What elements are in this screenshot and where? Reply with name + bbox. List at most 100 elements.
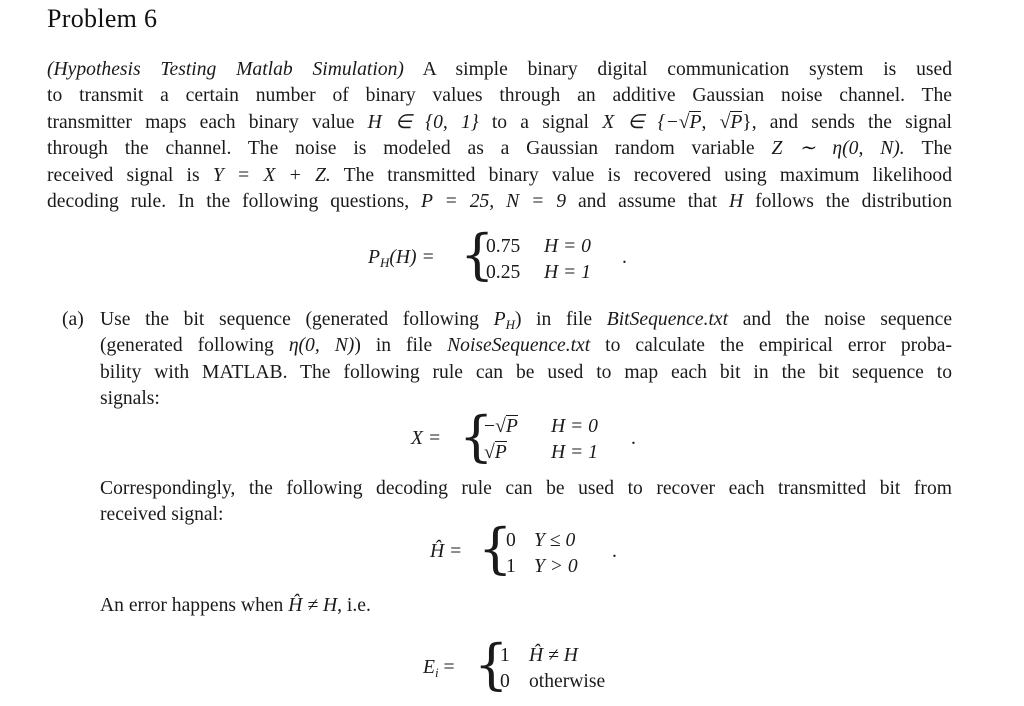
file-bitsequence: BitSequence.txt	[606, 309, 729, 330]
math-n-value: N = 9	[506, 191, 567, 213]
math-p-value: P = 25,	[421, 191, 495, 213]
intro-text: transmitter maps each binary value	[47, 111, 368, 133]
part-a-body: Use the bit sequence (generated followin…	[100, 307, 952, 413]
case-condition: H = 0	[551, 416, 598, 437]
math-error-condition: Ĥ ≠ H	[288, 595, 338, 616]
equation-end: .	[612, 541, 617, 562]
comma: ,	[701, 111, 720, 133]
cases: 0.75 H = 0 0.25 H = 1	[486, 234, 591, 286]
case-value: 0	[506, 530, 516, 551]
problem-heading: (Hypothesis Testing Matlab Simulation)	[47, 59, 404, 80]
case-value: 0.25	[486, 262, 521, 283]
part-a-text: ) in file	[514, 309, 607, 330]
problem-title: Problem 6	[47, 4, 158, 33]
intro-text: A simple binary digital communication sy…	[403, 59, 952, 80]
math-x-set: X ∈ {−√P, √P}	[602, 110, 752, 136]
intro-text: received signal is	[47, 164, 213, 186]
intro-line-4: through the channel. The noise is modele…	[47, 136, 952, 162]
math-noise: Z ∼ η(0, N).	[771, 138, 905, 160]
part-a-line-1: Use the bit sequence (generated followin…	[100, 307, 952, 333]
intro-text: through the channel. The noise is modele…	[47, 138, 772, 160]
sqrt-symbol: √	[719, 111, 731, 133]
intro-line-2: to transmit a certain number of binary v…	[47, 85, 952, 107]
case-row: 0 otherwise	[500, 669, 605, 695]
equation-lhs: Ĥ =	[430, 541, 463, 562]
intro-text: , and sends the signal	[751, 111, 952, 133]
case-value: 1	[506, 556, 516, 577]
lhs-symbol: E	[423, 657, 435, 678]
case-row: √P H = 1	[484, 440, 598, 466]
equation-end: .	[631, 428, 636, 449]
part-a-text: (generated following	[100, 335, 289, 357]
sqrt-radicand: P	[730, 110, 743, 133]
intro-line-1: (Hypothesis Testing Matlab Simulation) A…	[47, 57, 952, 83]
set-close: }	[742, 111, 752, 133]
error-paragraph: An error happens when Ĥ ≠ H, i.e.	[100, 593, 952, 619]
sqrt-p: √P	[679, 110, 702, 136]
cases: 1 Ĥ ≠ H 0 otherwise	[500, 643, 605, 695]
case-condition: H = 1	[544, 262, 591, 283]
sqrt-p: √P	[495, 414, 518, 440]
intro-line-3: transmitter maps each binary value H ∈ {…	[47, 110, 952, 136]
case-value: √P	[484, 440, 551, 466]
case-row: 0.75 H = 0	[486, 234, 591, 260]
intro-text: The	[904, 138, 952, 160]
case-condition: H = 0	[544, 236, 591, 257]
intro-line-5: received signal is Y = X + Z. The transm…	[47, 163, 952, 189]
math-eta: η(0, N)	[288, 335, 355, 357]
part-a-line-4: signals:	[100, 388, 160, 410]
lhs-symbol: P	[368, 247, 380, 268]
case-condition: H = 1	[551, 442, 598, 463]
intro-text: follows the distribution	[743, 191, 952, 213]
sqrt-radicand: P	[689, 110, 702, 133]
part-a-line-2: (generated following η(0, N)) in file No…	[100, 333, 952, 359]
cases: 0 Y ≤ 0 1 Y > 0	[506, 528, 578, 580]
sqrt-symbol: √	[495, 416, 506, 437]
intro-text: to a signal	[478, 111, 603, 133]
case-row: 1 Ĥ ≠ H	[500, 643, 605, 669]
case-row: −√P H = 0	[484, 414, 598, 440]
file-noisesequence: NoiseSequence.txt	[447, 335, 591, 357]
sqrt-symbol: √	[484, 442, 495, 463]
cases: −√P H = 0 √P H = 1	[484, 414, 598, 466]
decoding-line-1: Correspondingly, the following decoding …	[100, 478, 952, 499]
math-h: H	[729, 191, 744, 213]
part-a-line-3: bility with MATLAB. The following rule c…	[100, 361, 952, 383]
case-condition: otherwise	[529, 671, 606, 692]
case-row: 1 Y > 0	[506, 554, 578, 580]
part-a-label: (a)	[62, 309, 84, 330]
case-condition: Y > 0	[534, 556, 578, 577]
math-h-set: H ∈ {0, 1}	[367, 111, 479, 133]
intro-text: and assume that	[566, 191, 730, 213]
error-text: , i.e.	[337, 595, 371, 616]
lhs-subscript: H	[379, 255, 390, 270]
equation-lhs: PH(H) =	[368, 247, 435, 269]
part-a-text: ) in file	[354, 335, 448, 357]
case-row: 0 Y ≤ 0	[506, 528, 578, 554]
lhs-arg: (H) =	[389, 247, 435, 268]
decoding-line-2: received signal:	[100, 504, 224, 526]
sqrt-symbol: √	[678, 111, 690, 133]
case-row: 0.25 H = 1	[486, 260, 591, 286]
equation-lhs: Ei =	[423, 657, 455, 679]
lhs-equals: =	[438, 657, 455, 678]
sqrt-radicand: P	[505, 415, 518, 437]
part-a-text: and the noise sequence	[728, 309, 953, 330]
error-text: An error happens when	[100, 595, 289, 616]
intro-text: The transmitted binary value is recovere…	[330, 164, 952, 186]
sqrt-radicand: P	[494, 441, 507, 463]
equation-end: .	[622, 247, 627, 268]
sqrt-p: √P	[484, 440, 507, 466]
math-ph: PH	[494, 309, 515, 332]
math-x-prefix: X ∈ {−	[602, 111, 679, 133]
ph-subscript: H	[505, 317, 515, 332]
case-condition: Y ≤ 0	[534, 530, 576, 551]
case-value: −√P	[484, 414, 551, 440]
sqrt-p: √P	[720, 110, 743, 136]
case-value: 0.75	[486, 236, 521, 257]
case-condition: Ĥ ≠ H	[529, 645, 578, 666]
sign: −	[484, 416, 496, 437]
math-received: Y = X + Z.	[212, 164, 331, 186]
intro-line-6: decoding rule. In the following question…	[47, 189, 952, 215]
case-value: 0	[500, 671, 510, 692]
